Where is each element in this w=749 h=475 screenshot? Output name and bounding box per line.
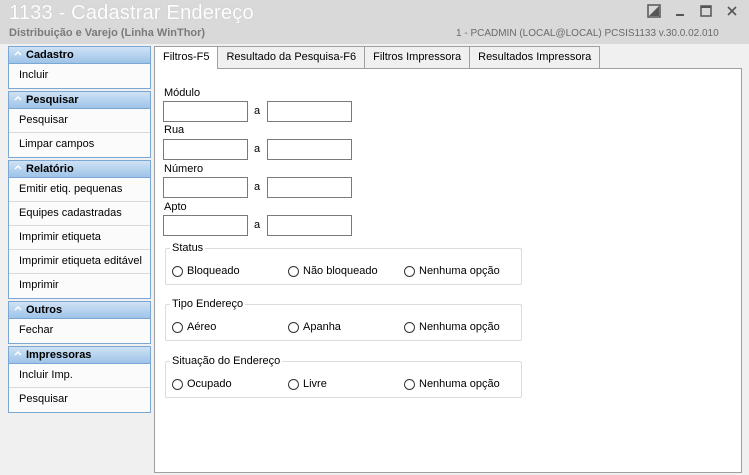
radio-label: Nenhuma opção (419, 321, 500, 333)
radio-aereo[interactable]: Aéreo (172, 321, 216, 333)
radio-circle[interactable] (288, 321, 299, 333)
group-title: Cadastro (26, 49, 74, 61)
apto-to-input[interactable] (267, 215, 352, 236)
radio-ocupado[interactable]: Ocupado (172, 378, 232, 390)
sidebar-item-fechar[interactable]: Fechar (9, 319, 150, 343)
modulo-to-input[interactable] (267, 101, 352, 122)
numero-from-input[interactable] (163, 177, 248, 198)
group-header-impressoras[interactable]: Impressoras (9, 347, 150, 364)
sidebar-item-incluir[interactable]: Incluir (9, 64, 150, 88)
radio-label: Apanha (303, 321, 341, 333)
window-controls (647, 4, 741, 18)
radio-circle[interactable] (288, 265, 299, 277)
radio-circle[interactable] (172, 265, 183, 277)
chevron-up-icon (14, 50, 22, 56)
tab-bar: Filtros-F5 Resultado da Pesquisa-F6 Filt… (154, 46, 601, 69)
field-label-numero: Número (164, 163, 204, 175)
group-legend-tipo-endereco: Tipo Endereço (170, 298, 246, 310)
modulo-from-input[interactable] (163, 101, 248, 122)
radio-apanha[interactable]: Apanha (288, 321, 341, 333)
field-label-modulo: Módulo (164, 87, 201, 99)
radio-livre[interactable]: Livre (288, 378, 327, 390)
filters-panel: Módulo a Rua a Número a Apto a Status Bl… (154, 68, 742, 473)
group-pesquisar: Pesquisar Pesquisar Limpar campos (8, 91, 151, 158)
radio-circle[interactable] (172, 321, 183, 333)
sidebar-item-limpar-campos[interactable]: Limpar campos (9, 133, 150, 157)
radio-status-nenhuma[interactable]: Nenhuma opção (404, 265, 500, 277)
range-separator: a (254, 105, 261, 117)
minimize-icon[interactable] (673, 4, 689, 18)
sidebar-item-emitir-etiq-pequenas[interactable]: Emitir etiq. pequenas (9, 178, 150, 202)
radio-label: Bloqueado (187, 265, 240, 277)
radio-circle[interactable] (404, 321, 415, 333)
rua-from-input[interactable] (163, 139, 248, 160)
radio-nao-bloqueado[interactable]: Não bloqueado (288, 265, 378, 277)
radio-label: Aéreo (187, 321, 217, 333)
radio-bloqueado[interactable]: Bloqueado (172, 265, 240, 277)
chevron-up-icon (14, 164, 22, 170)
group-impressoras: Impressoras Incluir Imp. Pesquisar (8, 346, 151, 413)
radio-label: Nenhuma opção (419, 265, 500, 277)
numero-to-input[interactable] (267, 177, 352, 198)
radio-situacao-nenhuma[interactable]: Nenhuma opção (404, 378, 500, 390)
sidebar-item-imprimir-etiqueta[interactable]: Imprimir etiqueta (9, 226, 150, 250)
range-separator: a (254, 143, 261, 155)
sidebar-item-imprimir-etiqueta-editavel[interactable]: Imprimir etiqueta editável (9, 250, 150, 274)
title-bar: 1133 - Cadastrar Endereço Distribuição e… (0, 0, 749, 44)
rua-to-input[interactable] (267, 139, 352, 160)
chevron-up-icon (14, 350, 22, 356)
radio-circle[interactable] (404, 378, 415, 390)
chevron-up-icon (14, 305, 22, 311)
radio-circle[interactable] (404, 265, 415, 277)
group-legend-situacao: Situação do Endereço (170, 355, 283, 367)
field-label-apto: Apto (164, 201, 187, 213)
group-header-pesquisar[interactable]: Pesquisar (9, 92, 150, 109)
sidebar-item-imprimir[interactable]: Imprimir (9, 274, 150, 298)
action-sidebar: Cadastro Incluir Pesquisar Pesquisar Lim… (8, 46, 151, 413)
range-separator: a (254, 219, 261, 231)
radio-label: Nenhuma opção (419, 378, 500, 390)
radio-tipo-nenhuma[interactable]: Nenhuma opção (404, 321, 500, 333)
tab-filtros-impressora[interactable]: Filtros Impressora (364, 46, 471, 68)
window-title: 1133 - Cadastrar Endereço (9, 2, 254, 24)
maximize-icon[interactable] (699, 4, 715, 18)
restore-layout-icon[interactable] (647, 4, 663, 18)
radio-circle[interactable] (288, 378, 299, 390)
radio-label: Não bloqueado (303, 265, 378, 277)
group-title: Pesquisar (26, 94, 79, 106)
group-outros: Outros Fechar (8, 301, 151, 344)
radio-circle[interactable] (172, 378, 183, 390)
tab-resultados-impressora[interactable]: Resultados Impressora (469, 46, 601, 68)
chevron-up-icon (14, 95, 22, 101)
window-subtitle: Distribuição e Varejo (Linha WinThor) (9, 27, 206, 39)
sidebar-item-incluir-imp[interactable]: Incluir Imp. (9, 364, 150, 388)
tab-filtros[interactable]: Filtros-F5 (154, 46, 219, 69)
apto-from-input[interactable] (163, 215, 248, 236)
radio-label: Livre (303, 378, 327, 390)
group-header-relatorio[interactable]: Relatório (9, 161, 150, 178)
group-title: Relatório (26, 163, 74, 175)
group-legend-status: Status (170, 242, 206, 254)
group-cadastro: Cadastro Incluir (8, 46, 151, 89)
group-title: Impressoras (26, 349, 92, 361)
range-separator: a (254, 181, 261, 193)
radio-label: Ocupado (187, 378, 232, 390)
tab-resultado-pesquisa[interactable]: Resultado da Pesquisa-F6 (217, 46, 366, 68)
session-info: 1 - PCADMIN (LOCAL@LOCAL) PCSIS1133 v.30… (456, 28, 719, 39)
sidebar-item-pesquisar-imp[interactable]: Pesquisar (9, 388, 150, 412)
field-label-rua: Rua (164, 124, 185, 136)
sidebar-item-equipes-cadastradas[interactable]: Equipes cadastradas (9, 202, 150, 226)
close-icon[interactable] (725, 4, 741, 18)
group-title: Outros (26, 304, 63, 316)
sidebar-item-pesquisar[interactable]: Pesquisar (9, 109, 150, 133)
group-header-outros[interactable]: Outros (9, 302, 150, 319)
group-header-cadastro[interactable]: Cadastro (9, 47, 150, 64)
group-relatorio: Relatório Emitir etiq. pequenas Equipes … (8, 160, 151, 299)
